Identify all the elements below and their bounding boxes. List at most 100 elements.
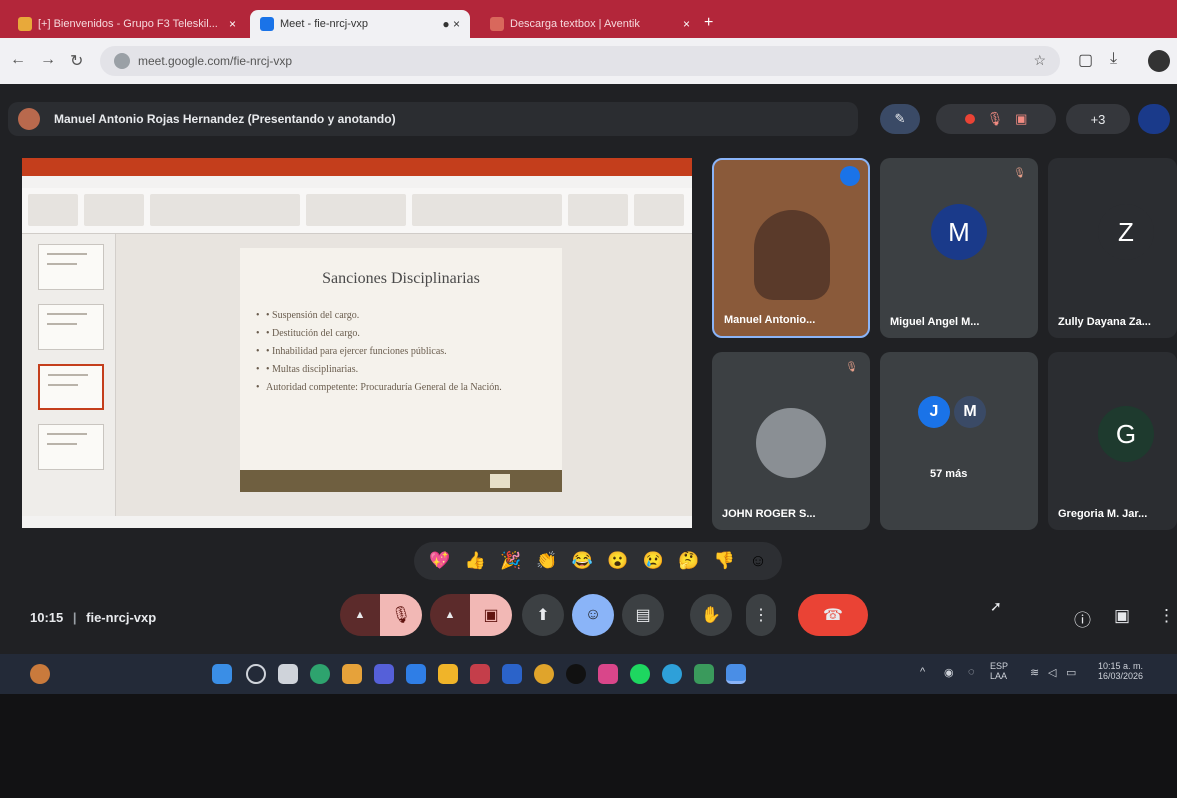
participant-tile-zully[interactable]: Z Zully Dayana Za... — [1048, 158, 1177, 338]
volume-icon[interactable]: ◁ — [1048, 666, 1056, 679]
recording-controls[interactable]: 🎙 ▣ — [936, 104, 1056, 134]
file-explorer-icon[interactable] — [438, 664, 458, 684]
wifi-icon[interactable]: ≋ — [1030, 666, 1039, 679]
present-button[interactable]: ⬆ — [522, 594, 564, 636]
close-icon[interactable]: × — [229, 17, 236, 31]
slide-bullet: • Multas disciplinarias. — [256, 364, 552, 375]
participant-tile-gregoria[interactable]: G Gregoria M. Jar... — [1048, 352, 1177, 530]
more-icon[interactable]: ⋮ — [1158, 606, 1175, 626]
language-indicator[interactable]: ESP LAA — [990, 661, 1008, 681]
audio-options-button[interactable]: ▲ — [340, 594, 380, 636]
reactions-button[interactable]: ☺ — [572, 594, 614, 636]
thumb-line — [47, 263, 77, 265]
app-icon[interactable] — [470, 664, 490, 684]
clock-time: 10:15 a. m. — [1098, 661, 1144, 671]
search-icon[interactable] — [246, 664, 266, 684]
participant-tile-manuel[interactable]: Manuel Antonio... — [712, 158, 870, 338]
raise-hand-button[interactable]: ✋ — [690, 594, 732, 636]
participant-name: Manuel Antonio... — [724, 314, 816, 326]
slide-thumbnail[interactable] — [38, 304, 104, 350]
presenter-banner: Manuel Antonio Rojas Hernandez (Presenta… — [8, 102, 858, 136]
chrome-active-icon[interactable] — [726, 664, 746, 684]
tray-app-icon[interactable]: ◌ — [968, 666, 975, 678]
tab-favicon-icon — [18, 17, 32, 31]
participant-count-button[interactable]: +3 — [1066, 104, 1130, 134]
video-options-button[interactable]: ▲ — [430, 594, 470, 636]
system-clock[interactable]: 10:15 a. m. 16/03/2026 — [1098, 661, 1143, 681]
extensions-icon[interactable]: ▢ — [1078, 50, 1093, 70]
tab-meet[interactable]: Meet - fie-nrcj-vxp ● × — [250, 10, 470, 38]
slide-thumbnail[interactable] — [38, 244, 104, 290]
task-view-icon[interactable] — [278, 664, 298, 684]
store-icon[interactable] — [406, 664, 426, 684]
more-vert-icon: ⋮ — [753, 607, 769, 624]
profile-avatar[interactable] — [1148, 50, 1170, 72]
tab-bienvenidos[interactable]: [+] Bienvenidos - Grupo F3 Teleskil... × — [8, 10, 246, 38]
spotify-icon[interactable] — [630, 664, 650, 684]
annotation-pen-button[interactable]: ✎ — [880, 104, 920, 134]
chat-icon[interactable]: ▣ — [1114, 606, 1130, 626]
slide-thumbnails — [22, 234, 116, 516]
participant-count: +3 — [1090, 111, 1106, 127]
captions-button[interactable]: ▤ — [622, 594, 664, 636]
download-icon[interactable]: ⤓ — [1110, 50, 1117, 68]
new-tab-icon[interactable]: + — [704, 14, 713, 32]
site-info-icon[interactable] — [114, 53, 130, 69]
chrome-icon[interactable] — [534, 664, 554, 684]
tiktok-icon[interactable] — [566, 664, 586, 684]
add-reaction-icon[interactable]: ☺ — [749, 551, 766, 571]
self-avatar[interactable] — [1138, 104, 1170, 134]
participant-tile-miguel[interactable]: 🎙 M Miguel Angel M... — [880, 158, 1038, 338]
slide-thumbnail[interactable] — [38, 424, 104, 470]
more-count: 57 más — [930, 468, 968, 480]
copilot-icon[interactable] — [310, 664, 330, 684]
mic-toggle-button[interactable]: 🎙 — [380, 594, 422, 636]
instagram-icon[interactable] — [598, 664, 618, 684]
widgets-icon[interactable] — [30, 664, 50, 684]
reaction-party-icon[interactable]: 🎉 — [500, 551, 521, 571]
reaction-sad-icon[interactable]: 😢 — [643, 551, 664, 571]
thumb-line — [47, 253, 87, 255]
back-icon[interactable]: ← — [10, 51, 26, 69]
leave-call-button[interactable]: ☎ — [798, 594, 868, 636]
shared-screen: Sanciones Disciplinarias • Suspensión de… — [22, 158, 692, 528]
presenter-label: Manuel Antonio Rojas Hernandez (Presenta… — [54, 112, 396, 126]
teams-icon[interactable] — [374, 664, 394, 684]
forward-icon[interactable]: → — [40, 51, 56, 69]
reaction-laugh-icon[interactable]: 😂 — [572, 551, 593, 571]
tray-app-icon[interactable]: ◉ — [944, 666, 954, 679]
address-bar[interactable]: meet.google.com/fie-nrcj-vxp ☆ — [100, 46, 1060, 76]
more-options-button[interactable]: ⋮ — [746, 594, 776, 636]
reaction-thinking-icon[interactable]: 🤔 — [678, 551, 699, 571]
bookmark-star-icon[interactable]: ☆ — [1033, 52, 1046, 69]
app-icon[interactable] — [342, 664, 362, 684]
edge-icon[interactable] — [662, 664, 682, 684]
camera-toggle-button[interactable]: ▣ — [470, 594, 512, 636]
info-icon[interactable]: ⓘ — [1074, 606, 1091, 631]
language-layout: LAA — [990, 671, 1008, 681]
reaction-clap-icon[interactable]: 👏 — [536, 551, 557, 571]
reaction-heart-icon[interactable]: 💖 — [429, 551, 450, 571]
reaction-thumbs-up-icon[interactable]: 👍 — [465, 551, 486, 571]
start-icon[interactable] — [212, 664, 232, 684]
reaction-bar: 💖 👍 🎉 👏 😂 😮 😢 🤔 👎 ☺ — [414, 542, 782, 580]
battery-icon[interactable]: ▭ — [1066, 666, 1076, 679]
chevron-up-icon: ▲ — [354, 609, 366, 621]
ribbon-group — [306, 194, 406, 226]
more-participants-tile[interactable]: J M 57 más — [880, 352, 1038, 530]
close-icon[interactable]: ● × — [442, 17, 460, 31]
captions-icon: ▤ — [635, 607, 651, 624]
close-icon[interactable]: × — [683, 17, 690, 31]
reaction-surprised-icon[interactable]: 😮 — [607, 551, 628, 571]
tab-descarga[interactable]: Descarga textbox | Aventik × — [480, 10, 700, 38]
slide-thumbnail-selected[interactable] — [38, 364, 104, 410]
outlook-icon[interactable] — [502, 664, 522, 684]
participant-tile-john[interactable]: 🎙 JOHN ROGER S... — [712, 352, 870, 530]
app-icon[interactable] — [694, 664, 714, 684]
mic-off-icon: 🎙 — [390, 607, 412, 624]
ribbon-group — [150, 194, 300, 226]
reload-icon[interactable]: ↻ — [70, 51, 83, 71]
reaction-thumbs-down-icon[interactable]: 👎 — [714, 551, 735, 571]
chevron-up-icon[interactable]: ^ — [920, 666, 925, 678]
chevron-up-icon: ▲ — [444, 609, 456, 621]
